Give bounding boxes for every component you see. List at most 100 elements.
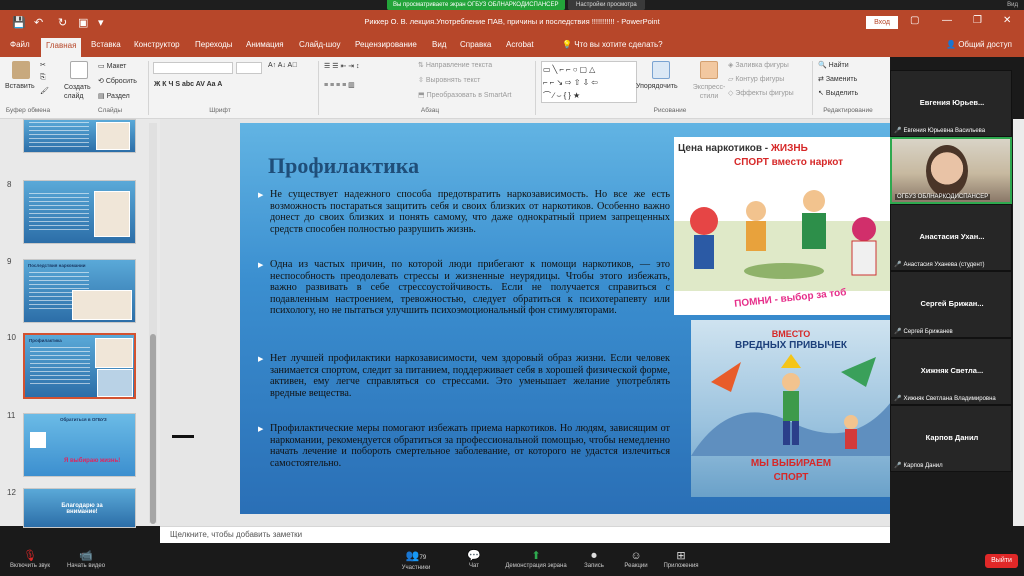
shape-effects-label: Эффекты фигуры: [735, 90, 794, 97]
tab-acrobat[interactable]: Acrobat: [506, 40, 534, 49]
tab-file[interactable]: Файл: [10, 40, 30, 49]
thumb-text: [30, 347, 90, 387]
slide-bullet-1[interactable]: Не существует надежного способа предотвр…: [258, 189, 670, 235]
ribbon-display-icon[interactable]: ▢: [910, 15, 919, 26]
shape-outline-button[interactable]: ▱ Контур фигуры: [728, 75, 784, 83]
shape-fill-label: Заливка фигуры: [735, 62, 789, 69]
view-menu-button[interactable]: Вид: [1007, 0, 1018, 10]
tab-animation[interactable]: Анимация: [246, 40, 284, 49]
font-family-select[interactable]: [153, 62, 233, 74]
zoom-share-bar: Вы просматриваете экран ОГБУЗ ОБЛНАРКОДИ…: [0, 0, 1024, 10]
apps-button[interactable]: ⊞ Приложения: [651, 549, 711, 569]
current-slide[interactable]: Профилактика Не существует надежного спо…: [240, 123, 936, 514]
minimize-icon[interactable]: —: [942, 15, 952, 26]
participant-tile[interactable]: Евгения Юрьев... Евгения Юрьевна Василье…: [890, 70, 1012, 137]
poster-image-life[interactable]: Цена наркотиков - ЖИЗНЬ СПОРТ вместо нар…: [674, 137, 891, 315]
select-button[interactable]: ↖ Выделить: [818, 89, 858, 97]
participant-label: Анастасия Уханева (студент): [894, 261, 984, 268]
login-button[interactable]: Вход: [866, 16, 898, 29]
section-button[interactable]: ▤ Раздел: [98, 92, 130, 100]
find-button[interactable]: 🔍 Найти: [818, 61, 849, 69]
participant-video-tile[interactable]: ОГБУЗ ОБЛНАРКОДИСПАНСЕР: [890, 137, 1012, 204]
paste-button[interactable]: Вставить: [5, 83, 35, 90]
poster2-footer-1: МЫ ВЫБИРАЕМ: [750, 458, 832, 469]
chat-button[interactable]: 💬 Чат: [444, 549, 504, 569]
tab-help[interactable]: Справка: [460, 40, 491, 49]
tab-design[interactable]: Конструктор: [134, 40, 180, 49]
layout-button[interactable]: ▭ Макет: [98, 62, 126, 70]
align-buttons[interactable]: ≡ ≡ ≡ ≡ ▥: [324, 81, 355, 89]
slide-thumbnail-12[interactable]: Благодарю за внимание!: [23, 488, 136, 528]
slide-bullet-3[interactable]: Нет лучшей профилактики наркозависимости…: [258, 353, 670, 399]
close-icon[interactable]: ✕: [1003, 15, 1011, 26]
arrange-button[interactable]: Упорядочить: [636, 83, 678, 90]
copy-icon[interactable]: ⎘: [40, 74, 46, 82]
slide-thumbnail-9[interactable]: Последствия наркомании: [23, 259, 136, 323]
thumb-image: [94, 191, 130, 237]
shape-fill-button[interactable]: ◈ Заливка фигуры: [728, 61, 789, 69]
tell-me-search[interactable]: 💡 Что вы хотите сделать?: [562, 40, 663, 49]
tab-transitions[interactable]: Переходы: [195, 40, 233, 49]
replace-button[interactable]: ⇄ Заменить: [818, 75, 857, 83]
arrange-icon[interactable]: [652, 61, 670, 79]
poster-image-sport[interactable]: ВМЕСТО ВРЕДНЫХ ПРИВЫЧЕК МЫ ВЫБИРАЕМ СПОР…: [691, 320, 891, 497]
paste-icon[interactable]: [12, 61, 30, 79]
thumb-image: [96, 122, 130, 150]
tab-review[interactable]: Рецензирование: [355, 40, 417, 49]
participant-tile[interactable]: Карпов Данил Карпов Данил: [890, 405, 1012, 472]
slide-bullet-2[interactable]: Одна из частых причин, по которой люди п…: [258, 259, 670, 317]
new-slide-icon[interactable]: [70, 61, 88, 79]
participant-tile[interactable]: Хижняк Светла... Хижняк Светлана Владими…: [890, 338, 1012, 405]
maximize-icon[interactable]: ❐: [973, 15, 982, 26]
slide-title[interactable]: Профилактика: [268, 153, 419, 179]
tab-slideshow[interactable]: Слайд-шоу: [299, 40, 340, 49]
shapes-gallery[interactable]: ▭╲⌐⌐○▢△ ⌐⌐↘⇨⇧⇩⇦ ⌒∕⌣{}★: [541, 61, 637, 103]
text-direction-button[interactable]: ⇅ Направление текста: [418, 61, 492, 69]
new-slide-button[interactable]: Создать слайд: [64, 83, 100, 101]
format-painter-icon[interactable]: 🖌: [40, 87, 49, 95]
font-style-buttons[interactable]: Ж К Ч S abc AV Aa A: [154, 81, 222, 88]
align-text-button[interactable]: ⇳ Выровнять текст: [418, 76, 480, 84]
tab-insert[interactable]: Вставка: [91, 40, 121, 49]
cut-icon[interactable]: ✂: [40, 61, 46, 69]
thumb-label: Я выбираю жизнь!: [64, 458, 121, 464]
slide-thumbnail-10[interactable]: Профилактика: [23, 333, 136, 399]
lightbulb-icon: 💡: [562, 40, 575, 49]
poster2-title-1: ВМЕСТО: [771, 329, 811, 339]
leave-meeting-button[interactable]: Выйти: [985, 554, 1018, 568]
participant-name: Евгения Юрьев...: [919, 98, 985, 107]
slide-thumbnail-11[interactable]: Обратиться в ОГБУЗ Я выбираю жизнь!: [23, 413, 136, 477]
quick-styles-button[interactable]: Экспресс-стили: [686, 83, 732, 101]
thumb-title: Обратиться в ОГБУЗ: [60, 417, 107, 422]
quick-styles-icon[interactable]: [700, 61, 718, 79]
reset-button[interactable]: ⟲ Сбросить: [98, 77, 137, 85]
smartart-button[interactable]: ⬒ Преобразовать в SmartArt: [418, 91, 511, 99]
share-button[interactable]: 👤 Общий доступ: [946, 40, 1012, 49]
thumb-image: [97, 369, 133, 397]
slide-thumbnail-8[interactable]: [23, 180, 136, 244]
group-paragraph: Абзац: [420, 107, 440, 114]
participant-tile[interactable]: Сергей Брижан... Сергей Брижанев: [890, 271, 1012, 338]
thumb-title: Профилактика: [29, 338, 62, 343]
slide-bullet-4[interactable]: Профилактические меры помогают избежать …: [258, 423, 670, 469]
view-settings-button[interactable]: Настройки просмотра: [568, 0, 645, 10]
start-video-button[interactable]: 📹 Начать видео: [56, 549, 116, 569]
participants-button[interactable]: 👥79 Участники: [386, 549, 446, 571]
participant-tile[interactable]: Анастасия Ухан... Анастасия Уханева (сту…: [890, 204, 1012, 271]
shape-effects-button[interactable]: ◇ Эффекты фигуры: [728, 89, 794, 97]
notes-pane[interactable]: Щелкните, чтобы добавить заметки: [160, 526, 890, 543]
slide-thumbnail-7[interactable]: [23, 119, 136, 153]
tab-home[interactable]: Главная: [41, 38, 82, 57]
unmute-button[interactable]: 🎙 Включить звук: [0, 549, 60, 569]
editor-scrollbar[interactable]: [1013, 119, 1024, 526]
thumb-title: Благодарю за внимание!: [61, 503, 103, 515]
share-screen-button[interactable]: ⬆ Демонстрация экрана: [503, 549, 569, 569]
tab-view[interactable]: Вид: [432, 40, 446, 49]
poster2-footer-2: СПОРТ: [773, 472, 809, 483]
font-size-select[interactable]: [236, 62, 262, 74]
list-buttons[interactable]: ☰ ☰ ⇤ ⇥ ↕: [324, 62, 360, 70]
font-size-buttons[interactable]: A↑ A↓ A⃠: [268, 62, 297, 69]
apps-icon: ⊞: [676, 550, 686, 562]
notes-placeholder: Щелкните, чтобы добавить заметки: [170, 530, 303, 539]
thumbnails-scroll-handle[interactable]: [150, 334, 156, 524]
